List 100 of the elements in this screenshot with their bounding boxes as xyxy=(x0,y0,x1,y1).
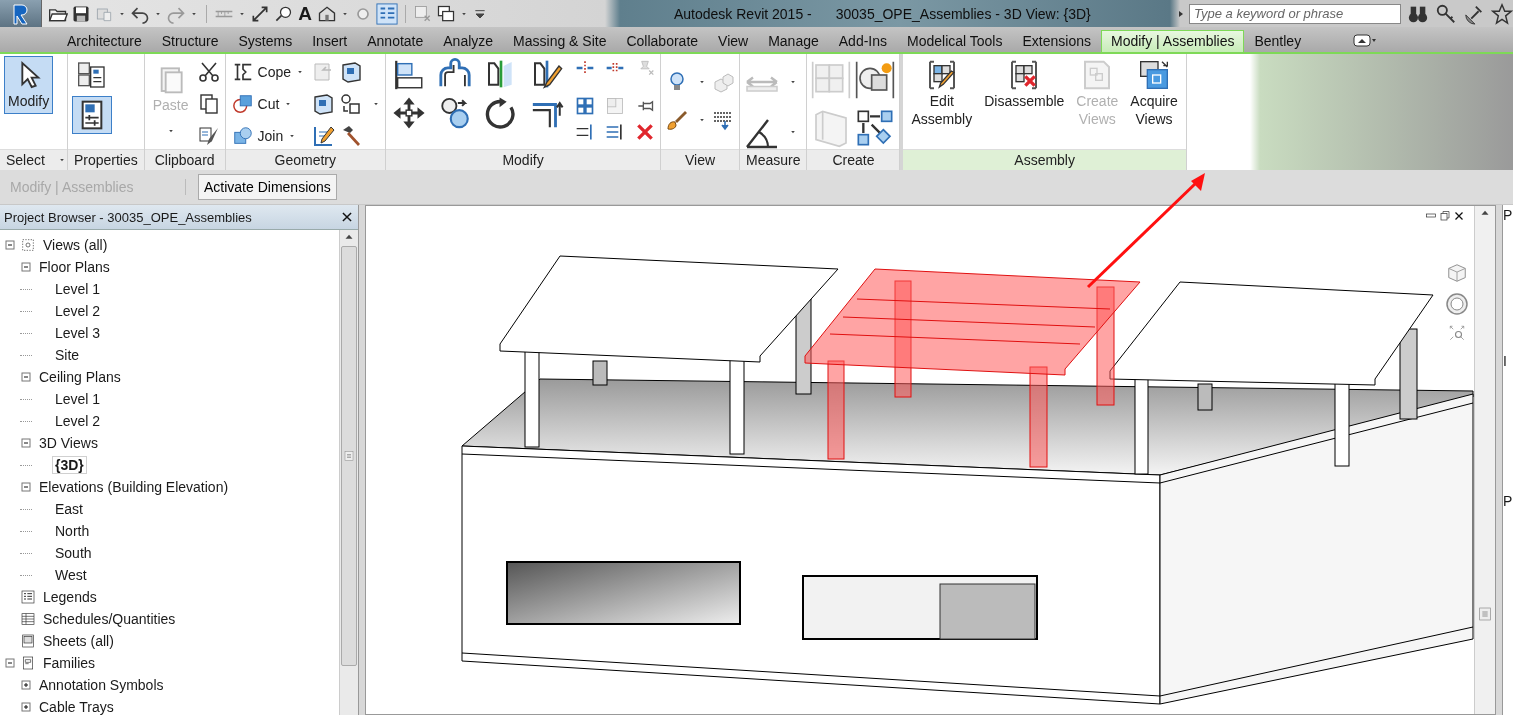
shapes-icon[interactable] xyxy=(339,92,363,116)
panel-title[interactable]: Assembly xyxy=(1008,152,1081,168)
views-icon xyxy=(20,237,36,253)
tree-item[interactable]: Level 1 xyxy=(52,280,104,298)
cube-icon[interactable] xyxy=(339,60,363,84)
tree-item[interactable]: Schedules/Quantities xyxy=(40,610,179,628)
copy-icon[interactable] xyxy=(438,96,472,130)
ribbon-tab[interactable]: Analyze xyxy=(433,30,504,52)
ribbon-tab[interactable]: Massing & Site xyxy=(503,30,617,52)
edit-assembly-button[interactable]: Edit Assembly xyxy=(907,56,977,131)
array-icon[interactable] xyxy=(575,96,595,116)
trim-extend-icon[interactable] xyxy=(575,122,595,142)
ribbon-tab[interactable]: Insert xyxy=(302,30,358,52)
tree-item[interactable]: Sheets (all) xyxy=(40,632,117,650)
key-icon[interactable] xyxy=(1435,2,1457,25)
cut-icon xyxy=(231,93,254,115)
tree-item[interactable]: Level 2 xyxy=(52,302,104,320)
tree-item[interactable]: Elevations (Building Elevation) xyxy=(36,478,232,496)
3d-viewport[interactable] xyxy=(365,205,1497,715)
tree-item[interactable]: North xyxy=(52,522,93,540)
ribbon-tab[interactable]: Add-Ins xyxy=(828,30,897,52)
tree-item[interactable]: Site xyxy=(52,346,83,364)
join-icon xyxy=(231,125,254,147)
ribbon-tab[interactable]: Modelical Tools xyxy=(897,30,1013,52)
schedules-icon xyxy=(20,611,36,627)
zoom-icon[interactable] xyxy=(1448,324,1467,342)
collapse-icon[interactable] xyxy=(20,371,32,383)
sheets-icon xyxy=(20,633,36,649)
ribbon-tab[interactable]: Architecture xyxy=(57,30,152,52)
cope-button[interactable]: Cope xyxy=(229,60,307,84)
cube-spark-icon[interactable] xyxy=(855,60,896,100)
scrollbar-thumb[interactable] xyxy=(341,246,358,666)
tree-item[interactable]: Level 3 xyxy=(52,324,104,342)
tree-item[interactable]: Legends xyxy=(40,588,100,606)
activate-dimensions-button[interactable]: Activate Dimensions xyxy=(198,174,337,200)
tree-item[interactable]: Annotation Symbols xyxy=(36,676,167,694)
text-tool[interactable]: A xyxy=(296,4,314,23)
tree-item[interactable]: Level 2 xyxy=(52,412,104,430)
ribbon-tab[interactable]: Extensions xyxy=(1012,30,1101,52)
expand-icon[interactable] xyxy=(20,679,32,691)
join-button[interactable]: Join xyxy=(229,124,307,148)
close-icon[interactable] xyxy=(340,210,355,224)
acquire-views-icon xyxy=(1138,59,1171,91)
trim-multiple-icon[interactable] xyxy=(605,122,625,142)
panel-title[interactable]: Modify xyxy=(496,152,550,168)
search-field[interactable]: Type a keyword or phrase xyxy=(1189,3,1401,24)
type-properties-icon xyxy=(75,59,108,91)
ribbon-tab[interactable]: Bentley xyxy=(1244,30,1312,52)
disassemble-button[interactable]: Disassemble xyxy=(980,56,1069,114)
tree-item[interactable]: {3D} xyxy=(52,456,87,474)
ribbon-tab[interactable]: Annotate xyxy=(357,30,434,52)
ribbon-tab[interactable]: Collaborate xyxy=(616,30,709,52)
star-icon[interactable] xyxy=(1491,2,1513,25)
scrollbar-thumb-icon[interactable] xyxy=(1477,606,1494,622)
collapse-icon[interactable] xyxy=(4,239,16,251)
collapse-icon[interactable] xyxy=(4,657,16,669)
close-icon[interactable] xyxy=(1453,210,1466,222)
panel-letter: P xyxy=(1503,493,1513,511)
app-title: Autodesk Revit 2015 - xyxy=(674,5,812,22)
collapse-icon[interactable] xyxy=(20,481,32,493)
mirror-draw-icon[interactable] xyxy=(531,58,563,90)
grip-icon xyxy=(343,450,356,462)
restore-icon[interactable] xyxy=(1439,210,1452,222)
collapse-icon[interactable] xyxy=(20,261,32,273)
legends-icon xyxy=(20,589,36,605)
ribbon-tab[interactable]: Modify | Assemblies xyxy=(1100,30,1245,52)
tree-item[interactable]: 3D Views xyxy=(36,434,101,452)
delete-icon[interactable] xyxy=(635,122,655,142)
tree-item[interactable]: Floor Plans xyxy=(36,258,113,276)
tree-item[interactable]: Level 1 xyxy=(52,390,104,408)
switch-windows-icon[interactable] xyxy=(436,3,456,24)
cut-button[interactable]: Cut xyxy=(229,92,307,116)
move-icon[interactable] xyxy=(392,96,426,130)
rotate-icon[interactable] xyxy=(484,96,518,130)
ribbon-tab[interactable]: View xyxy=(708,30,759,52)
thin-lines-icon[interactable] xyxy=(376,2,398,25)
panel-letter: I xyxy=(1503,353,1508,371)
steering-wheel-icon[interactable] xyxy=(1445,292,1470,316)
tree-item[interactable]: Ceiling Plans xyxy=(36,368,124,386)
tree-item[interactable]: Families xyxy=(40,654,99,672)
application-menu-button[interactable] xyxy=(0,0,43,27)
expand-icon[interactable] xyxy=(20,701,32,713)
ribbon-tab[interactable]: Structure xyxy=(151,30,229,52)
paintbrush-icon[interactable] xyxy=(665,108,689,132)
properties-button[interactable] xyxy=(71,96,112,134)
collapse-icon[interactable] xyxy=(20,437,32,449)
modify-button[interactable]: Modify xyxy=(4,56,54,114)
paint-icon[interactable] xyxy=(311,124,335,148)
selected-assembly-drawing[interactable] xyxy=(804,268,1141,468)
scissors-icon[interactable] xyxy=(196,60,221,84)
split-face-icon[interactable] xyxy=(311,92,335,116)
ribbon-tab[interactable]: Systems xyxy=(228,30,303,52)
tree-item[interactable]: Views (all) xyxy=(40,236,111,254)
tree-item[interactable]: Cable Trays xyxy=(36,698,117,715)
tree-item[interactable]: West xyxy=(52,566,90,584)
tree-item[interactable]: East xyxy=(52,500,86,518)
ribbon-tab[interactable]: Manage xyxy=(758,30,829,52)
panel-letter: P xyxy=(1503,207,1513,225)
tree-item[interactable]: South xyxy=(52,544,95,562)
acquire-views-button[interactable]: Acquire Views xyxy=(1126,56,1182,131)
